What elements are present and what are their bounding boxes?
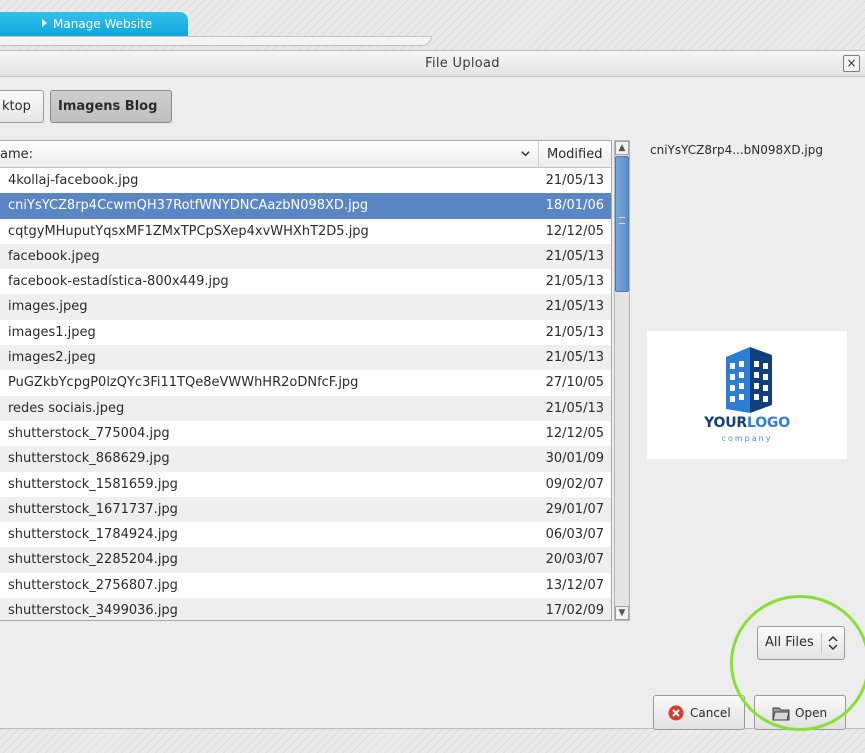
file-modified-date: 20/03/07 bbox=[545, 552, 604, 568]
logo-wordmark: YOURLOGO bbox=[647, 415, 847, 431]
path-button-imagens-blog-label: Imagens Blog bbox=[58, 99, 158, 114]
file-row[interactable]: shutterstock_775004.jpg 12/12/05 bbox=[0, 421, 611, 446]
open-button-label: Open bbox=[795, 706, 828, 720]
file-name: shutterstock_2756807.jpg bbox=[8, 577, 178, 593]
file-row[interactable]: images2.jpeg 21/05/13 bbox=[0, 345, 611, 371]
file-row[interactable]: shutterstock_3499036.jpg 17/02/09 bbox=[0, 598, 611, 620]
manage-website-tab-label: Manage Website bbox=[53, 17, 153, 31]
close-button[interactable]: × bbox=[843, 55, 860, 72]
logo-tagline: company bbox=[721, 434, 773, 443]
file-name: shutterstock_1784924.jpg bbox=[8, 527, 178, 543]
file-row[interactable]: shutterstock_2756807.jpg 13/12/07 bbox=[0, 573, 611, 598]
file-rows: 4kollaj-facebook.jpg 21/05/13 cniYsYCZ8rp4… bbox=[0, 168, 611, 620]
file-modified-date: 12/12/05 bbox=[545, 425, 604, 441]
manage-website-tab[interactable]: Manage Website bbox=[0, 12, 188, 36]
file-row[interactable]: PuGZkbYcpgP0lzQYc3Fi11TQe8eVWWhHR2oDNfcF… bbox=[0, 370, 611, 395]
file-modified-date: 06/03/07 bbox=[545, 527, 604, 543]
filter-separator bbox=[821, 633, 822, 653]
file-name: shutterstock_1581659.jpg bbox=[8, 476, 178, 492]
logo-word-your: YOUR bbox=[704, 415, 747, 431]
file-name: facebook-estadística-800x449.jpg bbox=[8, 274, 229, 290]
path-button-desktop-label: ktop bbox=[2, 99, 31, 114]
file-modified-date: 13/12/07 bbox=[545, 577, 604, 593]
path-button-desktop[interactable]: ktop bbox=[0, 90, 44, 123]
file-row[interactable]: cniYsYCZ8rp4CcwmQH37RotfWNYDNCAazbN098XD… bbox=[0, 193, 611, 219]
file-name: shutterstock_868629.jpg bbox=[8, 451, 170, 467]
column-header-modified[interactable]: Modified bbox=[538, 141, 611, 168]
file-row[interactable]: shutterstock_1784924.jpg 06/03/07 bbox=[0, 522, 611, 547]
dialog-title: File Upload bbox=[425, 56, 500, 71]
tab-content-edge bbox=[0, 36, 432, 46]
file-name: shutterstock_1671737.jpg bbox=[8, 501, 178, 517]
building-logo-icon bbox=[726, 347, 772, 413]
scroll-up-arrow-icon[interactable]: ▲ bbox=[615, 141, 629, 155]
open-button[interactable]: Open bbox=[754, 695, 846, 730]
file-row[interactable]: images1.jpeg 21/05/13 bbox=[0, 320, 611, 345]
file-name: cniYsYCZ8rp4CcwmQH37RotfWNYDNCAazbN098XD… bbox=[8, 198, 369, 214]
file-name: shutterstock_775004.jpg bbox=[8, 425, 170, 441]
dialog-titlebar: File Upload × bbox=[0, 51, 865, 77]
file-row[interactable]: facebook-estadística-800x449.jpg 21/05/13 bbox=[0, 269, 611, 294]
file-modified-date: 30/01/09 bbox=[545, 451, 604, 467]
up-down-arrows-icon bbox=[828, 635, 838, 651]
file-modified-date: 21/05/13 bbox=[545, 324, 604, 340]
file-modified-date: 18/01/06 bbox=[545, 198, 604, 214]
file-type-filter-value: All Files bbox=[765, 635, 814, 650]
file-modified-date: 09/02/07 bbox=[545, 476, 604, 492]
file-list[interactable]: ame: Modified 4kollaj-facebook.jpg 21/05/… bbox=[0, 140, 612, 621]
file-row[interactable]: shutterstock_1671737.jpg 29/01/07 bbox=[0, 496, 611, 523]
file-row[interactable]: shutterstock_868629.jpg 30/01/09 bbox=[0, 446, 611, 472]
file-modified-date: 21/05/13 bbox=[545, 274, 604, 290]
grip-icon bbox=[619, 217, 625, 224]
file-modified-date: 29/01/07 bbox=[545, 501, 604, 517]
file-modified-date: 21/05/13 bbox=[545, 248, 604, 264]
column-header-name[interactable]: ame: bbox=[0, 147, 33, 162]
file-modified-date: 21/05/13 bbox=[545, 400, 604, 416]
file-name: images2.jpeg bbox=[8, 350, 96, 366]
file-row[interactable]: facebook.jpeg 21/05/13 bbox=[0, 243, 611, 270]
file-row[interactable]: 4kollaj-facebook.jpg 21/05/13 bbox=[0, 168, 611, 193]
file-name: images.jpeg bbox=[8, 299, 88, 315]
file-name: 4kollaj-facebook.jpg bbox=[8, 173, 139, 188]
chevron-down-icon[interactable] bbox=[521, 149, 530, 158]
file-name: PuGZkbYcpgP0lzQYc3Fi11TQe8eVWWhHR2oDNfcF… bbox=[8, 375, 359, 391]
file-row[interactable]: shutterstock_1581659.jpg 09/02/07 bbox=[0, 472, 611, 497]
file-upload-dialog: File Upload × ktop Imagens Blog ame: Mod… bbox=[0, 50, 865, 730]
file-modified-date: 21/05/13 bbox=[545, 173, 604, 188]
file-modified-date: 12/12/05 bbox=[545, 223, 604, 239]
close-icon: × bbox=[846, 56, 857, 70]
file-modified-date: 21/05/13 bbox=[545, 299, 604, 315]
file-modified-date: 27/10/05 bbox=[545, 375, 604, 391]
file-type-filter-select[interactable]: All Files bbox=[757, 626, 845, 660]
file-row[interactable]: shutterstock_2285204.jpg 20/03/07 bbox=[0, 547, 611, 573]
preview-image: YOURLOGO company bbox=[647, 331, 847, 459]
scroll-down-arrow-icon[interactable]: ▼ bbox=[615, 606, 629, 620]
file-list-scrollbar[interactable]: ▲ ▼ bbox=[614, 140, 630, 621]
file-modified-date: 21/05/13 bbox=[545, 350, 604, 366]
triangle-right-icon bbox=[42, 19, 47, 27]
file-row[interactable]: images.jpeg 21/05/13 bbox=[0, 294, 611, 320]
file-name: redes sociais.jpeg bbox=[8, 400, 125, 416]
logo-word-logo: LOGO bbox=[746, 415, 790, 431]
cancel-button[interactable]: Cancel bbox=[653, 695, 745, 730]
file-name: shutterstock_2285204.jpg bbox=[8, 552, 178, 568]
cancel-circle-icon bbox=[668, 705, 684, 721]
preview-filename: cniYsYCZ8rp4...bN098XD.jpg bbox=[650, 143, 823, 157]
file-row[interactable]: cqtgyMHuputYqsxMF1ZMxTPCpSXep4xvWHXhT2D5… bbox=[0, 219, 611, 244]
file-name: shutterstock_3499036.jpg bbox=[8, 603, 178, 619]
cancel-button-label: Cancel bbox=[690, 706, 731, 720]
folder-open-icon bbox=[772, 707, 790, 721]
file-list-header: ame: Modified bbox=[0, 141, 611, 168]
scrollbar-thumb[interactable] bbox=[615, 156, 629, 292]
path-button-imagens-blog[interactable]: Imagens Blog bbox=[50, 90, 172, 123]
file-name: cqtgyMHuputYqsxMF1ZMxTPCpSXep4xvWHXhT2D5… bbox=[8, 223, 369, 239]
file-modified-date: 17/02/09 bbox=[545, 603, 604, 619]
file-name: images1.jpeg bbox=[8, 324, 96, 340]
file-row[interactable]: redes sociais.jpeg 21/05/13 bbox=[0, 395, 611, 421]
file-name: facebook.jpeg bbox=[8, 248, 100, 264]
